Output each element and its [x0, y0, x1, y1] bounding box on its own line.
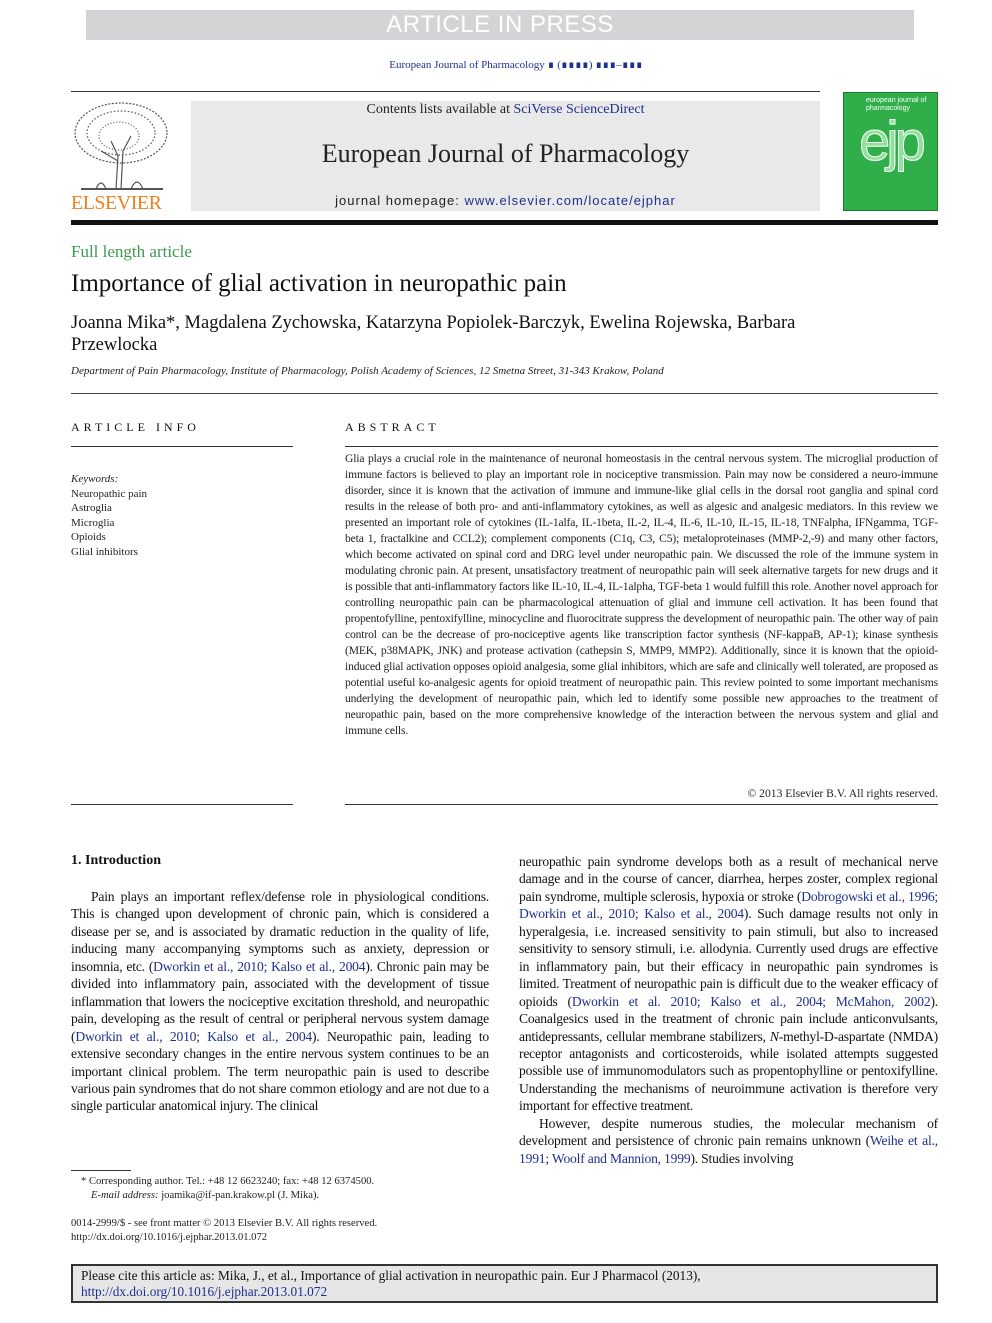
paragraph: neuropathic pain syndrome develops both …	[519, 853, 938, 1115]
contents-prefix: Contents lists available at	[366, 102, 514, 117]
homepage-line: journal homepage: www.elsevier.com/locat…	[191, 193, 820, 208]
elsevier-wordmark: ELSEVIER	[71, 192, 162, 214]
keyword: Microglia	[71, 516, 115, 529]
keyword: Glial inhibitors	[71, 545, 138, 558]
doi-line[interactable]: http://dx.doi.org/10.1016/j.ejphar.2013.…	[71, 1231, 377, 1245]
front-matter: 0014-2999/$ - see front matter © 2013 El…	[71, 1217, 377, 1245]
divider	[71, 804, 293, 805]
paragraph: Pain plays an important reflex/defense r…	[71, 888, 489, 1115]
abstract-text: Glia plays a crucial role in the mainten…	[345, 452, 938, 737]
affiliation: Department of Pain Pharmacology, Institu…	[71, 365, 664, 377]
cover-logo: ejp	[859, 109, 927, 172]
journal-masthead: Contents lists available at SciVerse Sci…	[191, 101, 820, 211]
body-column-left: Pain plays an important reflex/defense r…	[71, 888, 489, 1115]
issn-line: 0014-2999/$ - see front matter © 2013 El…	[71, 1218, 378, 1229]
email-address[interactable]: joamika@if-pan.krakow.pl (J. Mika).	[159, 1190, 319, 1201]
citation-link[interactable]: Dworkin et al., 2010; Kalso et al., 2004	[153, 959, 365, 974]
text-segment: N	[769, 1028, 779, 1044]
author-list: Joanna Mika*, Magdalena Zychowska, Katar…	[71, 313, 796, 355]
contents-line: Contents lists available at SciVerse Sci…	[191, 101, 820, 118]
footnote-rule	[71, 1170, 131, 1171]
keyword: Astroglia	[71, 502, 112, 514]
article-in-press-banner: ARTICLE IN PRESS	[86, 10, 914, 40]
journal-cover: european journal of pharmacology ejp	[843, 92, 938, 211]
citation-link[interactable]: Dworkin et al. 2010; Kalso et al., 2004;…	[572, 994, 931, 1009]
journal-title: European Journal of Pharmacology	[321, 139, 690, 168]
keywords: Keywords: Neuropathic pain Astroglia Mic…	[71, 472, 147, 559]
homepage-link[interactable]: www.elsevier.com/locate/ejphar	[464, 193, 675, 208]
doi-link[interactable]: http://dx.doi.org/10.1016/j.ejphar.2013.…	[81, 1284, 327, 1299]
body-column-right: neuropathic pain syndrome develops both …	[519, 853, 938, 1167]
email-label: E-mail address:	[91, 1190, 159, 1201]
divider	[71, 91, 820, 92]
divider	[345, 446, 938, 447]
sciencedirect-link[interactable]: SciVerse ScienceDirect	[513, 102, 644, 117]
keyword: Neuropathic pain	[71, 487, 148, 500]
divider	[345, 804, 938, 805]
email-line: E-mail address: joamika@if-pan.krakow.pl…	[71, 1189, 374, 1203]
copyright: © 2013 Elsevier B.V. All rights reserved…	[747, 787, 938, 800]
text-segment: ). Studies involving	[690, 1150, 794, 1166]
citation-link[interactable]: Dworkin et al., 2010; Kalso et al., 2004	[75, 1029, 312, 1044]
article-info-heading: ARTICLE INFO	[71, 420, 200, 434]
citation-text: Please cite this article as: Mika, J., e…	[81, 1268, 701, 1283]
citation-box: Please cite this article as: Mika, J., e…	[71, 1264, 938, 1303]
abstract-heading: ABSTRACT	[345, 420, 440, 434]
journal-reference[interactable]: European Journal of Pharmacology ∎ (∎∎∎∎…	[0, 58, 992, 71]
divider	[71, 446, 293, 447]
article-type: Full length article	[71, 242, 192, 261]
keyword: Opioids	[71, 531, 106, 543]
header-rule	[71, 220, 938, 225]
keywords-label: Keywords:	[71, 473, 119, 485]
homepage-prefix: journal homepage:	[335, 193, 465, 208]
divider	[71, 393, 938, 394]
article-title: Importance of glial activation in neurop…	[71, 270, 567, 297]
footnote: * Corresponding author. Tel.: +48 12 662…	[71, 1175, 374, 1203]
paragraph: However, despite numerous studies, the m…	[519, 1115, 938, 1167]
corresponding-author: * Corresponding author. Tel.: +48 12 662…	[81, 1176, 375, 1187]
section-heading: 1. Introduction	[71, 853, 161, 868]
